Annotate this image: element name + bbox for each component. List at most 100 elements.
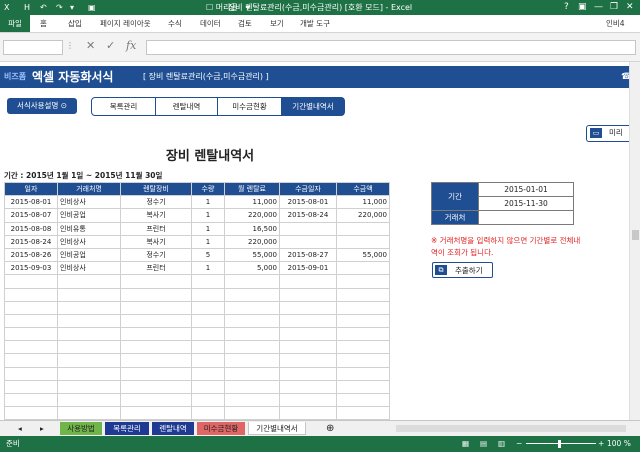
sheet-next-icon[interactable]: ▸ <box>36 422 48 435</box>
table-cell[interactable] <box>4 274 58 289</box>
table-cell[interactable]: 정수기 <box>120 195 192 210</box>
table-cell[interactable]: 복사기 <box>120 208 192 223</box>
usage-guide-button[interactable]: 서식사용설명 ⊙ <box>7 98 77 114</box>
table-cell[interactable]: 2015-09-01 <box>279 261 337 276</box>
table-cell[interactable] <box>120 327 192 342</box>
table-cell[interactable]: 1 <box>191 221 225 236</box>
table-cell[interactable]: 1 <box>191 261 225 276</box>
table-cell[interactable]: 인비공업 <box>57 208 121 223</box>
nav-tab-unpaid-status[interactable]: 미수금현황 <box>218 98 282 115</box>
add-sheet-icon[interactable]: ⊕ <box>322 422 338 435</box>
table-cell[interactable] <box>224 313 280 329</box>
table-cell[interactable] <box>4 340 58 355</box>
table-cell[interactable]: 11,000 <box>224 195 280 210</box>
table-cell[interactable]: 프린터 <box>120 261 192 276</box>
table-cell[interactable] <box>279 392 337 408</box>
nav-tab-list-management[interactable]: 목록관리 <box>92 98 156 115</box>
table-cell[interactable] <box>279 327 337 342</box>
table-cell[interactable] <box>57 379 121 395</box>
table-cell[interactable] <box>57 287 121 302</box>
table-cell[interactable]: 2015-08-07 <box>4 208 58 223</box>
user-name[interactable]: 인비4 <box>606 18 625 29</box>
table-cell[interactable]: 220,000 <box>224 234 280 249</box>
table-cell[interactable]: 2015-09-03 <box>4 261 58 276</box>
table-cell[interactable] <box>336 287 390 302</box>
table-cell[interactable]: 1 <box>191 195 225 210</box>
table-cell[interactable] <box>120 274 192 289</box>
table-cell[interactable] <box>120 313 192 329</box>
table-cell[interactable]: 11,000 <box>336 195 390 210</box>
table-cell[interactable]: 2015-08-27 <box>279 247 337 263</box>
table-cell[interactable]: 2015-08-01 <box>4 195 58 210</box>
start-date-field[interactable]: 2015-01-01 <box>478 182 574 197</box>
ribbon-display-icon[interactable]: ▣ <box>578 1 587 13</box>
nav-tab-period-statement[interactable]: 기간별내역서 <box>282 98 344 115</box>
table-cell[interactable] <box>224 392 280 408</box>
tab-page-layout[interactable]: 페이지 레이아웃 <box>100 18 151 29</box>
table-cell[interactable]: 220,000 <box>336 208 390 223</box>
table-cell[interactable] <box>336 366 390 381</box>
table-cell[interactable] <box>57 313 121 329</box>
table-cell[interactable] <box>224 287 280 302</box>
table-cell[interactable] <box>120 392 192 408</box>
sheet-tab-rental[interactable]: 렌탈내역 <box>152 422 194 435</box>
table-cell[interactable] <box>120 300 192 315</box>
table-cell[interactable] <box>120 366 192 381</box>
table-cell[interactable]: 2015-08-24 <box>279 208 337 223</box>
table-cell[interactable] <box>279 300 337 315</box>
restore-icon[interactable]: ❐ <box>610 1 618 13</box>
table-cell[interactable] <box>336 327 390 342</box>
end-date-field[interactable]: 2015-11-30 <box>478 196 574 211</box>
tab-insert[interactable]: 삽입 <box>68 18 82 29</box>
table-cell[interactable] <box>224 274 280 289</box>
tab-formulas[interactable]: 수식 <box>168 18 182 29</box>
formula-input[interactable] <box>146 40 636 55</box>
extract-button[interactable]: ⧉ 추출하기 <box>432 262 493 278</box>
sheet-tab-period[interactable]: 기간별내역서 <box>248 422 306 435</box>
table-cell[interactable]: 프린터 <box>120 221 192 236</box>
tab-home[interactable]: 홈 <box>40 18 47 29</box>
table-cell[interactable]: 55,000 <box>336 247 390 263</box>
table-cell[interactable] <box>336 406 390 421</box>
normal-view-icon[interactable]: ▦ <box>462 438 469 450</box>
help-icon[interactable]: ? <box>564 1 569 13</box>
table-cell[interactable] <box>4 353 58 368</box>
table-cell[interactable]: 2015-08-26 <box>4 247 58 263</box>
table-cell[interactable] <box>279 379 337 395</box>
table-cell[interactable] <box>57 353 121 368</box>
table-cell[interactable] <box>57 366 121 381</box>
table-cell[interactable] <box>57 327 121 342</box>
tab-developer[interactable]: 개발 도구 <box>300 18 330 29</box>
tab-view[interactable]: 보기 <box>270 18 284 29</box>
zoom-slider[interactable] <box>526 443 596 444</box>
table-cell[interactable] <box>336 300 390 315</box>
table-cell[interactable] <box>191 287 225 302</box>
table-cell[interactable] <box>336 234 390 249</box>
table-cell[interactable] <box>120 379 192 395</box>
table-cell[interactable]: 2015-08-24 <box>4 234 58 249</box>
table-cell[interactable] <box>279 274 337 289</box>
tab-file[interactable]: 파일 <box>0 15 30 32</box>
table-cell[interactable] <box>120 287 192 302</box>
tab-data[interactable]: 데이터 <box>200 18 221 29</box>
minimize-icon[interactable]: — <box>594 1 603 13</box>
table-cell[interactable]: 5 <box>191 247 225 263</box>
table-cell[interactable] <box>279 340 337 355</box>
insert-function-icon[interactable]: fx <box>126 39 136 53</box>
sheet-tab-unpaid[interactable]: 미수금현황 <box>197 422 245 435</box>
table-cell[interactable] <box>224 379 280 395</box>
horizontal-scrollbar[interactable] <box>396 425 626 432</box>
zoom-out-icon[interactable]: − <box>516 438 522 450</box>
zoom-in-icon[interactable]: + <box>598 438 604 450</box>
table-cell[interactable] <box>4 313 58 329</box>
table-cell[interactable] <box>279 221 337 236</box>
table-cell[interactable] <box>336 379 390 395</box>
table-cell[interactable] <box>4 287 58 302</box>
sheet-prev-icon[interactable]: ◂ <box>14 422 26 435</box>
vertical-scrollbar[interactable] <box>629 62 640 420</box>
table-cell[interactable] <box>224 353 280 368</box>
table-cell[interactable] <box>4 300 58 315</box>
table-cell[interactable]: 복사기 <box>120 234 192 249</box>
table-cell[interactable] <box>57 392 121 408</box>
name-box[interactable] <box>3 40 63 55</box>
